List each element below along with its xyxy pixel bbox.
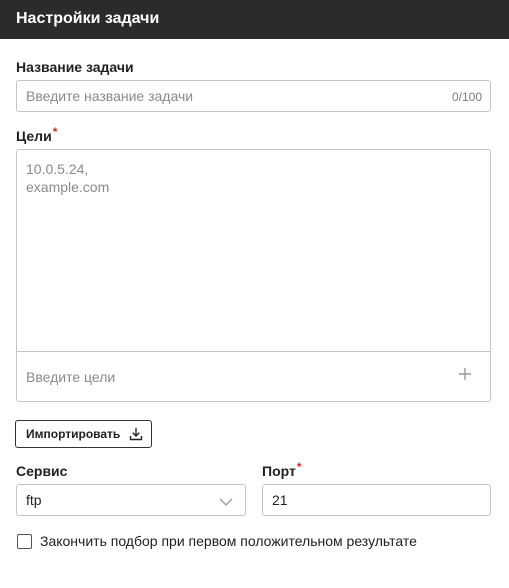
task-name-label: Название задачи xyxy=(16,59,134,75)
dialog-header: Настройки задачи xyxy=(0,0,509,39)
targets-divider xyxy=(17,351,490,352)
targets-label: Цели* xyxy=(16,125,58,144)
service-value: ftp xyxy=(26,492,42,508)
plus-icon[interactable] xyxy=(455,364,475,384)
required-mark: * xyxy=(52,125,58,139)
task-name-placeholder: Введите название задачи xyxy=(26,88,194,104)
char-counter: 0/100 xyxy=(451,90,482,104)
targets-label-text: Цели xyxy=(16,128,52,144)
stop-on-first-label[interactable]: Закончить подбор при первом положительно… xyxy=(40,533,417,549)
task-name-input[interactable]: Введите название задачи 0/100 xyxy=(16,80,491,112)
service-select[interactable]: ftp xyxy=(16,484,246,516)
chevron-down-icon xyxy=(219,494,233,506)
download-icon xyxy=(129,427,143,441)
stop-on-first-checkbox[interactable] xyxy=(17,534,32,549)
port-input[interactable]: 21 xyxy=(262,484,491,516)
targets-textarea[interactable]: 10.0.5.24, example.com xyxy=(26,160,481,340)
port-value: 21 xyxy=(272,492,288,508)
required-mark: * xyxy=(296,460,302,474)
port-label-text: Порт xyxy=(262,463,296,479)
dialog-title: Настройки задачи xyxy=(16,10,160,27)
targets-field: 10.0.5.24, example.com Введите цели xyxy=(16,149,491,402)
port-label: Порт* xyxy=(262,460,302,479)
service-label: Сервис xyxy=(16,463,68,479)
import-button[interactable]: Импортировать xyxy=(15,420,152,448)
targets-placeholder-line1: 10.0.5.24, xyxy=(26,161,89,177)
targets-input[interactable]: Введите цели xyxy=(26,369,115,385)
targets-placeholder-line2: example.com xyxy=(26,179,110,195)
import-button-label: Импортировать xyxy=(26,427,121,441)
